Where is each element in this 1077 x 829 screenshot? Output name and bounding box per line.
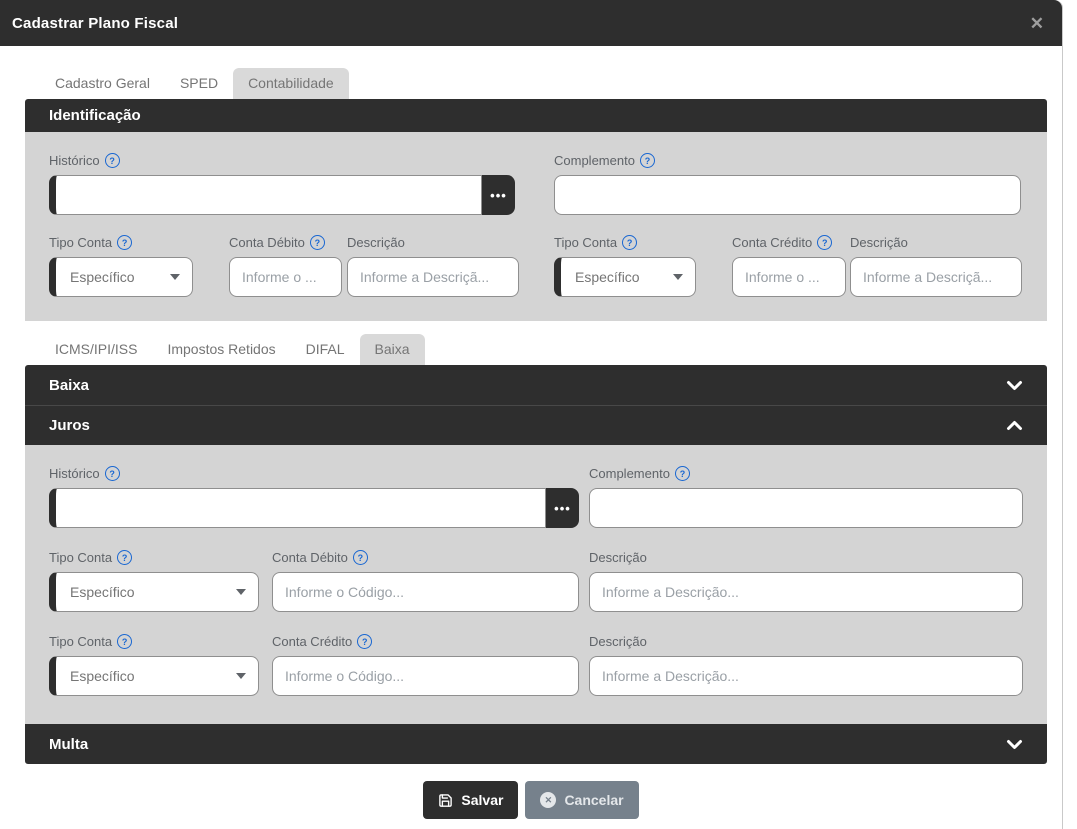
chevron-down-icon — [236, 673, 246, 679]
tab-impostos-retidos[interactable]: Impostos Retidos — [152, 334, 290, 365]
descricao-label: Descrição — [589, 634, 647, 649]
accordion-group: Baixa Juros Histórico ? ••• Complemento … — [25, 365, 1047, 764]
descricao-debito-field: Descrição — [347, 234, 519, 297]
historico-field: Histórico ? ••• — [49, 152, 515, 215]
descricao-label: Descrição — [347, 235, 405, 250]
conta-debito-label: Conta Débito — [229, 235, 305, 250]
juros-descricao-debito-input[interactable] — [589, 572, 1023, 612]
help-icon[interactable]: ? — [117, 550, 133, 565]
tax-tabs: ICMS/IPI/ISS Impostos Retidos DIFAL Baix… — [40, 334, 1062, 365]
complemento-input[interactable] — [554, 175, 1021, 215]
tipo-conta-label: Tipo Conta — [554, 235, 618, 250]
help-icon[interactable]: ? — [357, 634, 373, 649]
tab-icms-ipi-iss[interactable]: ICMS/IPI/ISS — [40, 334, 152, 365]
juros-descricao-credito-input[interactable] — [589, 656, 1023, 696]
conta-credito-field: Conta Crédito ? — [732, 234, 846, 297]
identificacao-header: Identificação — [25, 99, 1047, 132]
cancel-icon: ✕ — [540, 792, 557, 808]
descricao-label: Descrição — [589, 550, 647, 565]
juros-conta-credito-input[interactable] — [272, 656, 579, 696]
tipo-conta-debito-select[interactable]: Específico — [49, 257, 193, 297]
conta-credito-input[interactable] — [732, 257, 846, 297]
panel-identificacao: Identificação Histórico ? ••• Complement… — [25, 99, 1047, 321]
descricao-credito-input[interactable] — [850, 257, 1022, 297]
help-icon[interactable]: ? — [117, 634, 133, 649]
more-options-button[interactable]: ••• — [482, 175, 515, 215]
chevron-down-icon — [170, 274, 180, 280]
more-options-button[interactable]: ••• — [546, 488, 579, 528]
juros-conta-credito-field: Conta Crédito ? — [272, 633, 579, 696]
tipo-conta-credito-field: Tipo Conta ? Específico — [554, 234, 696, 297]
tab-contabilidade[interactable]: Contabilidade — [233, 68, 349, 99]
chevron-down-icon — [673, 274, 683, 280]
historico-label: Histórico — [49, 153, 100, 168]
save-icon — [438, 793, 453, 808]
accordion-header-multa[interactable]: Multa — [25, 724, 1047, 764]
juros-conta-debito-field: Conta Débito ? — [272, 549, 579, 612]
tipo-conta-label: Tipo Conta — [49, 634, 113, 649]
juros-complemento-input[interactable] — [589, 488, 1023, 528]
page-title: Cadastrar Plano Fiscal — [12, 14, 179, 32]
juros-tipo-conta-credito-select[interactable]: Específico — [49, 656, 259, 696]
complemento-label: Complemento — [589, 466, 670, 481]
historico-label: Histórico — [49, 466, 100, 481]
juros-complemento-field: Complemento ? — [589, 465, 1023, 528]
close-icon[interactable]: ✕ — [1030, 15, 1044, 32]
juros-historico-field: Histórico ? ••• — [49, 465, 579, 528]
cadastrar-plano-fiscal-modal: Cadastrar Plano Fiscal ✕ Cadastro Geral … — [0, 0, 1063, 829]
help-icon[interactable]: ? — [674, 466, 690, 481]
tipo-conta-label: Tipo Conta — [49, 550, 113, 565]
help-icon[interactable]: ? — [309, 235, 325, 250]
tipo-conta-debito-field: Tipo Conta ? Específico — [49, 234, 193, 297]
juros-tipo-conta-credito-field: Tipo Conta ? Específico — [49, 633, 259, 696]
save-button[interactable]: Salvar — [423, 781, 519, 819]
complemento-label: Complemento — [554, 153, 635, 168]
main-tabs: Cadastro Geral SPED Contabilidade — [40, 68, 1062, 99]
tab-difal[interactable]: DIFAL — [291, 334, 360, 365]
tipo-conta-credito-select[interactable]: Específico — [554, 257, 696, 297]
help-icon[interactable]: ? — [352, 550, 368, 565]
chevron-down-icon — [236, 589, 246, 595]
conta-debito-input[interactable] — [229, 257, 342, 297]
modal-footer: Salvar ✕ Cancelar — [0, 764, 1062, 819]
complemento-field: Complemento ? — [554, 152, 1021, 215]
help-icon[interactable]: ? — [117, 235, 133, 250]
modal-title-bar: Cadastrar Plano Fiscal ✕ — [0, 0, 1062, 46]
tab-sped[interactable]: SPED — [165, 68, 233, 99]
conta-credito-label: Conta Crédito — [732, 235, 813, 250]
descricao-debito-input[interactable] — [347, 257, 519, 297]
chevron-down-icon — [1006, 739, 1023, 750]
juros-descricao-debito-field: Descrição — [589, 549, 1023, 612]
help-icon[interactable]: ? — [104, 153, 120, 168]
tipo-conta-label: Tipo Conta — [49, 235, 113, 250]
conta-debito-label: Conta Débito — [272, 550, 348, 565]
descricao-credito-field: Descrição — [850, 234, 1022, 297]
juros-descricao-credito-field: Descrição — [589, 633, 1023, 696]
juros-historico-input[interactable] — [49, 488, 546, 528]
descricao-label: Descrição — [850, 235, 908, 250]
help-icon[interactable]: ? — [104, 466, 120, 481]
juros-tipo-conta-debito-select[interactable]: Específico — [49, 572, 259, 612]
accordion-header-juros[interactable]: Juros — [25, 405, 1047, 445]
help-icon[interactable]: ? — [639, 153, 655, 168]
juros-body: Histórico ? ••• Complemento ? Tipo Conta… — [25, 445, 1047, 724]
conta-credito-label: Conta Crédito — [272, 634, 353, 649]
juros-tipo-conta-debito-field: Tipo Conta ? Específico — [49, 549, 259, 612]
tab-baixa[interactable]: Baixa — [359, 334, 425, 365]
chevron-up-icon — [1006, 420, 1023, 431]
help-icon[interactable]: ? — [622, 235, 638, 250]
conta-debito-field: Conta Débito ? — [229, 234, 342, 297]
juros-conta-debito-input[interactable] — [272, 572, 579, 612]
accordion-header-baixa[interactable]: Baixa — [25, 365, 1047, 405]
tab-cadastro-geral[interactable]: Cadastro Geral — [40, 68, 165, 99]
chevron-down-icon — [1006, 380, 1023, 391]
identificacao-body: Histórico ? ••• Complemento ? Tipo Conta… — [25, 132, 1047, 321]
historico-input[interactable] — [49, 175, 482, 215]
help-icon[interactable]: ? — [817, 235, 833, 250]
cancel-button[interactable]: ✕ Cancelar — [525, 781, 639, 819]
